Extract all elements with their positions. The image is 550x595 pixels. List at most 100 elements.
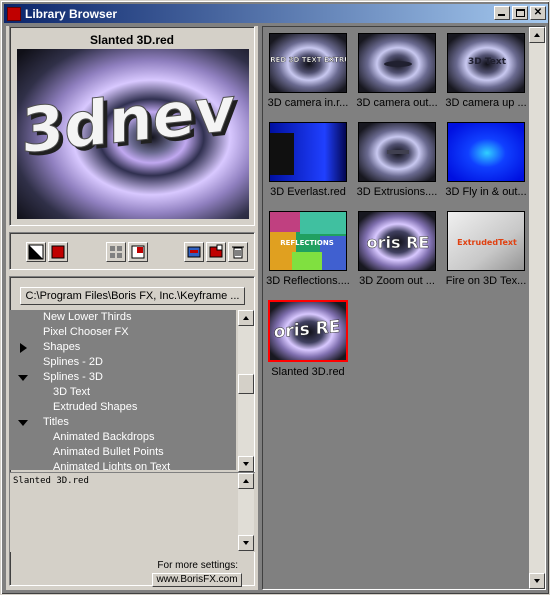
thumbnail-3d-extrusions[interactable]: 3D Extrusions.... [356,122,438,198]
thumbnail-scroll-down-button[interactable] [529,573,545,589]
library-tree: New Lower Thirds Pixel Chooser FX Shapes… [10,310,236,470]
thumbnail-image: oris RE [268,300,348,362]
close-icon: ✕ [533,7,543,18]
thumbnail-slanted-3d[interactable]: oris RE Slanted 3D.red [267,300,349,378]
thumbnail-label: 3D Everlast.red [270,186,346,198]
collapse-arrow-icon[interactable] [18,375,28,381]
thumbnail-label: 3D camera in.r... [267,97,349,109]
thumbnail-label: 3D Reflections.... [266,275,350,287]
tree-item-label: Shapes [43,341,81,353]
thumbnail-3d-zoom-out[interactable]: oris RE 3D Zoom out ... [356,211,438,287]
thumbnail-scrollbar[interactable] [529,27,545,589]
arrow-up-icon [534,33,540,37]
collapse-arrow-icon[interactable] [18,420,28,426]
arrow-down-icon [243,462,249,466]
arrow-down-icon [243,541,249,545]
thumbnail-caption: REFLECTIONS [280,239,334,247]
stop-button[interactable] [48,242,68,262]
thumbnail-label: Slanted 3D.red [271,366,345,378]
scroll-up-button[interactable] [238,310,254,326]
expand-arrow-icon[interactable] [20,343,27,353]
thumbnail-graphic: ExtrudedText [448,212,524,270]
borisfx-website-link[interactable]: www.BorisFX.com [152,573,242,587]
tree-item-animated-backdrops[interactable]: Animated Backdrops [10,430,230,445]
new-library-button[interactable] [206,242,226,262]
tree-item-extruded-shapes[interactable]: Extruded Shapes [10,400,230,415]
thumbnail-3d-camera-in[interactable]: BORIS RED 3D TEXT EXTRUSIONS 3D camera i… [267,33,349,109]
tree-item-label: Splines - 3D [43,371,103,383]
tree-item-splines-3d[interactable]: Splines - 3D [10,370,230,385]
info-scroll-down-button[interactable] [238,535,254,551]
maximize-button[interactable] [512,6,528,20]
list-view-button[interactable] [128,242,148,262]
arrow-up-icon [243,316,249,320]
tree-item-shapes[interactable]: Shapes [10,340,230,355]
thumbnail-3d-reflections[interactable]: REFLECTIONS 3D Reflections.... [266,211,350,287]
library-browser-panel: C:\Program Files\Boris FX, Inc.\Keyframe… [9,276,255,587]
grid-icon [110,246,122,258]
thumbnail-graphic: 3D Text [448,34,524,92]
more-settings-label: For more settings: [157,560,238,571]
thumbnail-label: 3D camera out... [356,97,438,109]
thumbnail-image: REFLECTIONS [269,211,347,271]
minimize-button[interactable] [494,6,510,20]
window-title: Library Browser [25,6,118,21]
thumbnail-label: 3D Extrusions.... [356,186,438,198]
thumbnail-grid: BORIS RED 3D TEXT EXTRUSIONS 3D camera i… [262,26,546,590]
thumbnail-3d-fly-in-out[interactable]: 3D Fly in & out... [445,122,527,198]
tree-item-animated-lights-on-text[interactable]: Animated Lights on Text [10,460,230,470]
info-text-area[interactable]: Slanted 3D.red [10,472,255,552]
preview-image: 3dnev 3dnev [17,49,249,219]
thumbnail-3d-everlast[interactable]: 3D Everlast.red [267,122,349,198]
thumbnail-graphic: BORIS RED 3D TEXT EXTRUSIONS [270,34,347,92]
tree-item-label: Splines - 2D [43,356,103,368]
tree-item-label: Animated Backdrops [53,431,155,443]
tree-item-3d-text[interactable]: 3D Text [10,385,230,400]
tree-item-titles[interactable]: Titles [10,415,230,430]
close-button[interactable]: ✕ [530,6,546,20]
tree-item-label: Animated Lights on Text [53,461,171,470]
tree-item-label: New Lower Thirds [43,311,132,323]
new-item-icon [209,244,223,258]
info-scrollbar[interactable] [238,473,254,551]
minimize-icon [498,14,505,16]
info-scroll-up-button[interactable] [238,473,254,489]
thumbnail-caption: BORIS RED 3D TEXT EXTRUSIONS [270,56,347,64]
grid-view-button[interactable] [106,242,126,262]
scroll-down-button[interactable] [238,456,254,472]
title-bar[interactable]: Library Browser ✕ [4,4,548,23]
trash-icon [232,246,244,259]
tree-item-pixel-chooser-fx[interactable]: Pixel Chooser FX [10,325,230,340]
thumbnail-label: 3D Fly in & out... [445,186,527,198]
maximize-icon [516,9,525,17]
thumbnail-graphic: REFLECTIONS [270,212,346,270]
thumbnail-graphic [359,123,435,181]
thumbnail-fire-on-3d-text[interactable]: ExtrudedText Fire on 3D Tex... [445,211,527,287]
thumbnail-caption: 3D Text [468,57,507,67]
contrast-icon [28,244,44,260]
add-to-library-button[interactable] [184,242,204,262]
thumbnail-graphic [359,34,435,92]
thumbnail-image: oris RE [358,211,436,271]
scrollbar-thumb[interactable] [238,374,254,394]
add-folder-icon [187,246,201,258]
tree-item-splines-2d[interactable]: Splines - 2D [10,355,230,370]
delete-button[interactable] [228,242,248,262]
tree-item-label: 3D Text [53,386,91,398]
library-path-button[interactable]: C:\Program Files\Boris FX, Inc.\Keyframe… [20,287,245,305]
tree-item-label: Animated Bullet Points [53,446,164,458]
preview-frame: Slanted 3D.red 3dnev 3dnev [9,26,255,226]
library-browser-window: Library Browser ✕ Slanted 3D.red 3dnev 3… [0,0,550,595]
thumbnail-3d-camera-up[interactable]: 3D Text 3D camera up ... [445,33,527,109]
thumbnail-image [447,122,525,182]
tree-item-new-lower-thirds[interactable]: New Lower Thirds [10,310,230,325]
arrow-down-icon [534,579,540,583]
thumbnail-label: 3D camera up ... [445,97,527,109]
left-panel: Slanted 3D.red 3dnev 3dnev C:\Program Fi… [6,26,258,590]
thumbnail-graphic: oris RE [270,302,346,360]
thumbnail-3d-camera-out[interactable]: 3D camera out... [356,33,438,109]
thumbnail-scroll-up-button[interactable] [529,27,545,43]
tree-scrollbar[interactable] [238,310,254,472]
tree-item-animated-bullet-points[interactable]: Animated Bullet Points [10,445,230,460]
background-toggle-button[interactable] [26,242,46,262]
